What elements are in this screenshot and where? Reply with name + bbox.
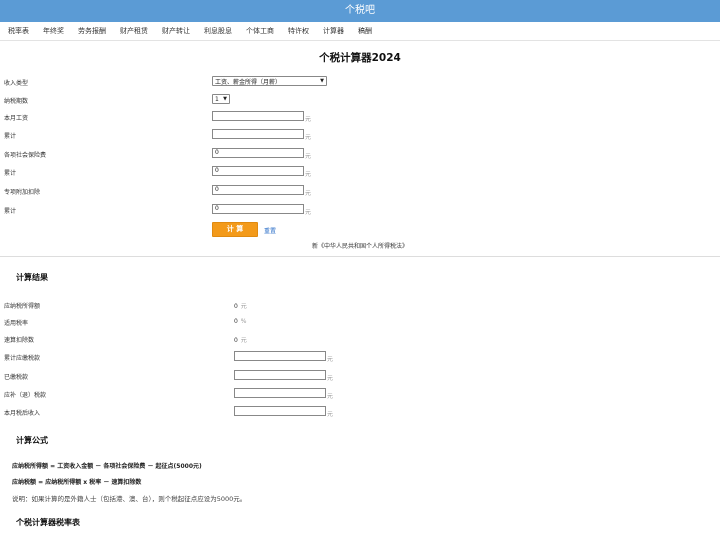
paid-tax-label: 已缴税款 [4, 374, 29, 381]
refund-label: 应补（退）税款 [4, 392, 47, 399]
form-row-periods: 纳税期数 1 ▼ [4, 94, 720, 106]
special-cum-unit: 元 [305, 209, 312, 216]
deduction-label: 速算扣除数 [4, 337, 35, 344]
nav-item-royalty[interactable]: 特许权 [288, 26, 309, 36]
periods-label: 纳税期数 [4, 98, 29, 105]
cum-tax-output[interactable] [234, 351, 326, 361]
special-input[interactable]: 0 [212, 185, 304, 195]
result-row-deduction: 速算扣除数 0 元 [4, 333, 720, 345]
rate-value-group: 0 % [234, 318, 246, 325]
form-row-insurance-cum: 累计 0 元 [4, 166, 720, 178]
result-row-cum-tax: 累计应缴税款 元 [4, 351, 720, 363]
cum-tax-label: 累计应缴税款 [4, 355, 41, 362]
insurance-unit: 元 [305, 153, 312, 160]
salary-cum-input[interactable] [212, 129, 304, 139]
refund-output[interactable] [234, 388, 326, 398]
insurance-cum-input[interactable]: 0 [212, 166, 304, 176]
calculate-button[interactable]: 计 算 [212, 222, 258, 237]
result-row-taxable: 应纳税所得额 0 元 [4, 299, 720, 311]
formula-line-tax: 应纳税额 = 应纳税所得额 x 税率 － 速算扣除数 [12, 479, 142, 486]
salary-unit: 元 [305, 116, 312, 123]
insurance-cum-unit: 元 [305, 171, 312, 178]
site-title[interactable]: 个税吧 [345, 5, 375, 16]
page-title: 个税计算器2024 [319, 52, 401, 64]
income-type-label: 收入类型 [4, 80, 29, 87]
insurance-input[interactable]: 0 [212, 148, 304, 158]
after-tax-output[interactable] [234, 406, 326, 416]
result-row-after-tax: 本月税后收入 元 [4, 406, 720, 418]
form-row-insurance: 各项社会保险费 0 元 [4, 148, 720, 160]
nav-item-labor-remuneration[interactable]: 劳务报酬 [78, 26, 106, 36]
cum-tax-unit: 元 [327, 356, 334, 363]
taxable-unit: 元 [240, 303, 247, 310]
paid-tax-output[interactable] [234, 370, 326, 380]
nav-item-property-transfer[interactable]: 财产转让 [162, 26, 190, 36]
reset-link[interactable]: 重置 [264, 226, 276, 235]
chevron-down-icon: ▼ [223, 96, 227, 102]
rate-unit: % [240, 318, 247, 325]
nav-item-tax-rate-table[interactable]: 税率表 [8, 26, 29, 36]
income-type-value: 工资、薪金所得（月薪） [215, 78, 282, 86]
formula-line-taxable: 应纳税所得额 = 工资收入金额 － 各项社会保险费 － 起征点(5000元) [12, 463, 202, 470]
form-row-salary: 本月工资 元 [4, 111, 720, 123]
formula-heading: 计算公式 [16, 436, 48, 445]
rate-table-heading: 个税计算器税率表 [16, 518, 80, 527]
form-row-salary-cum: 累计 元 [4, 129, 720, 141]
taxable-label: 应纳税所得额 [4, 303, 41, 310]
rate-value: 0 [234, 318, 238, 325]
rate-label: 适用税率 [4, 320, 29, 327]
paid-tax-unit: 元 [327, 375, 334, 382]
income-type-select[interactable]: 工资、薪金所得（月薪） ▼ [212, 76, 327, 86]
formula-note: 说明：如果计算的是外籍人士（包括港、澳、台），则个税起征点应设为5000元。 [12, 495, 247, 503]
taxable-value: 0 [234, 303, 238, 310]
special-cum-label: 累计 [4, 208, 17, 215]
periods-select[interactable]: 1 ▼ [212, 94, 230, 104]
deduction-value-group: 0 元 [234, 335, 247, 344]
after-tax-label: 本月税后收入 [4, 410, 41, 417]
insurance-cum-label: 累计 [4, 170, 17, 177]
chevron-down-icon: ▼ [320, 78, 324, 84]
nav-item-calculator[interactable]: 计算器 [323, 26, 344, 36]
special-unit: 元 [305, 190, 312, 197]
refund-unit: 元 [327, 393, 334, 400]
results-heading: 计算结果 [16, 273, 48, 282]
taxable-value-group: 0 元 [234, 301, 247, 310]
salary-cum-label: 累计 [4, 133, 17, 140]
nav-item-manuscript-fee[interactable]: 稿酬 [358, 26, 372, 36]
result-row-paid-tax: 已缴税款 元 [4, 370, 720, 382]
nav-item-self-employed[interactable]: 个体工商 [246, 26, 274, 36]
periods-value: 1 [215, 95, 219, 103]
salary-input[interactable] [212, 111, 304, 121]
deduction-unit: 元 [240, 337, 247, 344]
form-row-special: 专项附加扣除 0 元 [4, 185, 720, 197]
special-label: 专项附加扣除 [4, 189, 41, 196]
salary-label: 本月工资 [4, 115, 29, 122]
result-row-refund: 应补（退）税款 元 [4, 388, 720, 400]
main-nav: 税率表 年终奖 劳务报酬 财产租赁 财产转让 利息股息 个体工商 特许权 计算器… [0, 22, 720, 41]
form-row-income-type: 收入类型 工资、薪金所得（月薪） ▼ [4, 76, 720, 88]
nav-item-property-lease[interactable]: 财产租赁 [120, 26, 148, 36]
salary-cum-unit: 元 [305, 134, 312, 141]
tax-law-link[interactable]: 新《中华人民共和国个人所得税法》 [0, 241, 720, 250]
insurance-label: 各项社会保险费 [4, 152, 47, 159]
after-tax-unit: 元 [327, 411, 334, 418]
result-row-rate: 适用税率 0 % [4, 316, 720, 328]
site-header: 个税吧 [0, 0, 720, 22]
deduction-value: 0 [234, 337, 238, 344]
nav-item-interest-dividend[interactable]: 利息股息 [204, 26, 232, 36]
nav-item-year-end-bonus[interactable]: 年终奖 [43, 26, 64, 36]
form-row-special-cum: 累计 0 元 [4, 204, 720, 216]
section-divider [0, 256, 720, 257]
special-cum-input[interactable]: 0 [212, 204, 304, 214]
